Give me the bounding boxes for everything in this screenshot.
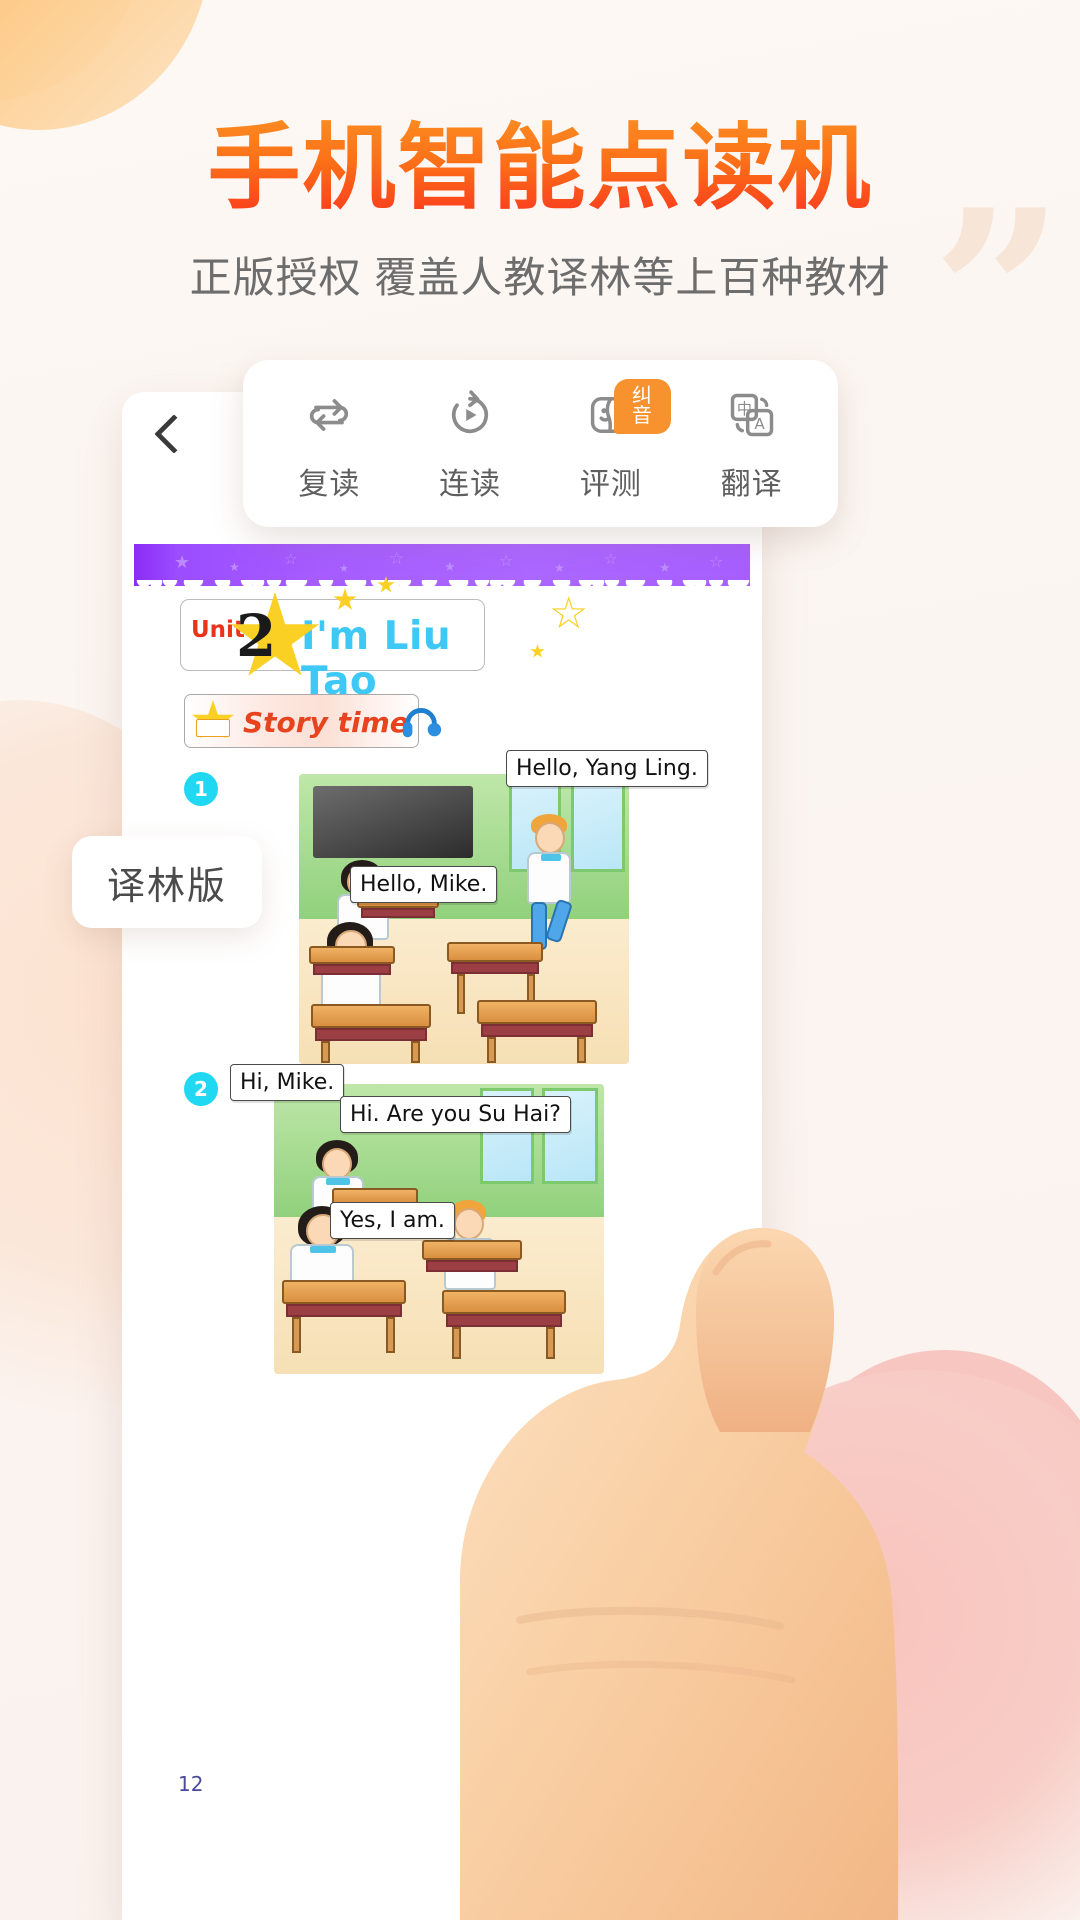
hero-section: 手机智能点读机 正版授权 覆盖人教译林等上百种教材 xyxy=(0,118,1080,305)
toolbar-label: 翻译 xyxy=(720,467,783,501)
svg-text:中: 中 xyxy=(736,399,751,417)
status-badge: 纠音 xyxy=(613,378,671,434)
section-label: Story time xyxy=(243,706,409,739)
unit-title-text: I'm Liu Tao xyxy=(301,614,452,704)
panel-number-badge: 2 xyxy=(184,1072,218,1106)
classroom-scene-1 xyxy=(299,774,629,1064)
edition-tag: 译林版 xyxy=(72,836,262,928)
panel-number-badge: 1 xyxy=(184,772,218,806)
section-header-story-time: Story time xyxy=(184,694,442,748)
speech-bubble: Hello, Yang Ling. xyxy=(506,750,708,787)
speech-bubble: Hi, Mike. xyxy=(230,1064,345,1101)
back-arrow-icon[interactable] xyxy=(154,414,194,454)
toolbar-button-translate[interactable]: 中 A 翻译 xyxy=(692,385,812,503)
page-subtitle: 正版授权 覆盖人教译林等上百种教材 xyxy=(189,254,891,302)
open-book-icon xyxy=(196,719,230,737)
torn-paper-edge xyxy=(134,580,750,594)
top-left-orange-shape xyxy=(0,0,210,130)
unit-number: 2 xyxy=(236,602,277,670)
reader-toolbar: 复读 连读 纠音 评测 中 A 翻译 xyxy=(243,360,838,527)
headphone-icon xyxy=(402,708,442,738)
edition-label: 译林版 xyxy=(106,865,227,908)
unit-title-box: Unit 2 I'm Liu Tao xyxy=(180,576,485,704)
page-number: 12 xyxy=(178,1772,204,1796)
toolbar-button-repeat[interactable]: 复读 xyxy=(269,385,389,503)
speech-bubble: Hello, Mike. xyxy=(350,866,498,903)
pointing-hand-illustration xyxy=(460,1228,899,1920)
toolbar-label: 连读 xyxy=(439,467,502,501)
translate-icon: 中 A xyxy=(692,385,812,445)
repeat-icon xyxy=(269,385,389,445)
svg-text:A: A xyxy=(754,415,765,433)
toolbar-button-assessment[interactable]: 纠音 评测 xyxy=(551,378,671,503)
page-title: 手机智能点读机 xyxy=(0,118,1080,219)
toolbar-label: 评测 xyxy=(579,467,642,501)
toolbar-button-continuous-read[interactable]: 连读 xyxy=(410,385,530,503)
unit-header-band: ★ ★ ☆ ★ ☆ ★ ☆ ★ ☆ ★ ☆ xyxy=(134,544,750,594)
decorative-star-icon xyxy=(530,644,545,658)
replay-icon xyxy=(410,385,530,445)
outline-star-icon: ☆ xyxy=(549,589,589,638)
toolbar-label: 复读 xyxy=(298,467,361,501)
